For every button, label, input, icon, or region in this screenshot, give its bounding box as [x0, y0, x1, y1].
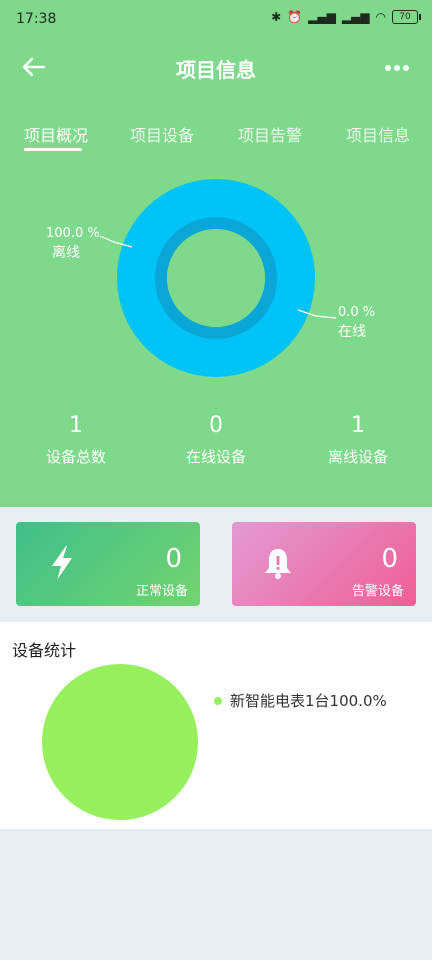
offline-label: 离线 — [52, 245, 80, 261]
tab-info[interactable]: 项目信息 — [346, 122, 410, 146]
pie-slice-smart-meter — [42, 664, 198, 820]
alarm-devices-label: 告警设备 — [351, 584, 404, 599]
signal-icon-2: ▂▄▆ — [341, 10, 370, 24]
stat-online-label: 在线设备 — [185, 448, 246, 466]
stat-offline-devices: 1 离线设备 — [286, 412, 430, 467]
stat-offline-value: 1 — [351, 413, 365, 438]
stat-online-devices: 0 在线设备 — [144, 412, 288, 467]
pie-legend-item: 新智能电表1台100.0% — [214, 690, 387, 711]
stat-total-devices: 1 设备总数 — [4, 412, 148, 467]
online-label: 在线 — [338, 324, 366, 340]
tab-alarms[interactable]: 项目告警 — [238, 122, 302, 146]
normal-devices-card[interactable]: 0 正常设备 — [16, 522, 200, 606]
stat-total-value: 1 — [69, 413, 83, 438]
more-button[interactable] — [382, 56, 412, 80]
legend-dot — [214, 696, 222, 705]
stat-online-value: 0 — [209, 413, 223, 438]
device-type-pie — [42, 664, 198, 820]
bluetooth-icon: ✱ — [271, 10, 282, 24]
status-icons: ✱ ⏰ ▂▄▆ ▂▄▆ ◠ 70 — [271, 10, 421, 24]
status-time: 17:38 — [16, 11, 57, 27]
bell-icon — [265, 549, 291, 579]
online-status-donut: 100.0 % 离线 0.0 % 在线 — [0, 170, 432, 390]
device-stats-panel: 设备统计 新智能电表1台100.0% — [0, 622, 432, 829]
tab-devices[interactable]: 项目设备 — [130, 122, 194, 146]
online-percent: 0.0 % — [338, 305, 376, 320]
stat-total-label: 设备总数 — [45, 448, 106, 466]
tab-active-indicator — [24, 148, 82, 151]
donut-center — [167, 229, 265, 327]
tab-bar: 项目概况 项目设备 项目告警 项目信息 — [0, 118, 432, 158]
device-summary: 1 设备总数 0 在线设备 1 离线设备 — [0, 412, 432, 472]
wifi-icon: ◠ — [375, 10, 386, 24]
alarm-devices-count: 0 — [381, 544, 398, 574]
offline-percent: 100.0 % — [46, 226, 100, 241]
top-bar: 项目信息 — [0, 38, 432, 96]
status-bar: 17:38 ✱ ⏰ ▂▄▆ ▂▄▆ ◠ 70 — [0, 0, 432, 38]
more-dots-icon — [385, 65, 409, 71]
stat-offline-label: 离线设备 — [327, 448, 388, 466]
lightning-icon — [52, 546, 72, 580]
tab-overview[interactable]: 项目概况 — [24, 122, 88, 146]
device-stats-title: 设备统计 — [12, 641, 77, 660]
alarm-devices-card[interactable]: 0 告警设备 — [232, 522, 416, 606]
donut-chart — [99, 179, 337, 377]
alarm-clock-icon: ⏰ — [287, 10, 303, 24]
normal-devices-label: 正常设备 — [135, 584, 188, 599]
page-title: 项目信息 — [176, 58, 256, 82]
legend-text: 新智能电表1台100.0% — [230, 692, 387, 710]
battery-icon: 70 — [392, 10, 421, 24]
normal-devices-count: 0 — [165, 544, 182, 574]
signal-icon: ▂▄▆ — [308, 10, 336, 24]
